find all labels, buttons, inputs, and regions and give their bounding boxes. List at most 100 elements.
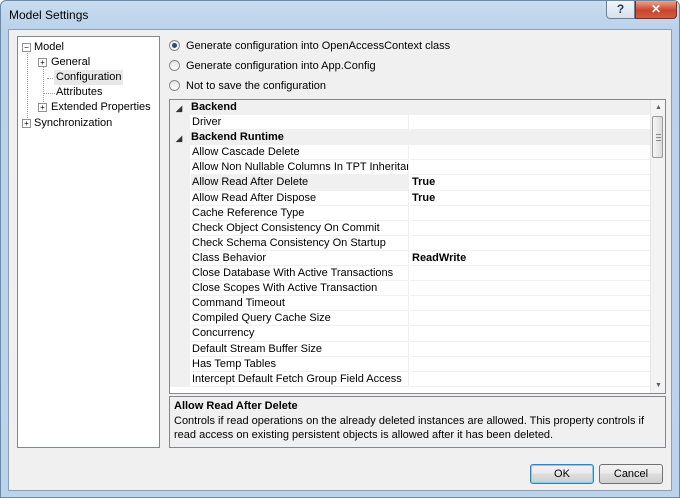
property-grid-rows: ◢ Backend Driver ◢ Backend Runtime Allow Casc… <box>170 100 650 387</box>
property-value[interactable] <box>410 311 650 327</box>
column-separator[interactable] <box>408 115 409 131</box>
grip-line <box>656 134 661 135</box>
property-grid[interactable]: ◢ Backend Driver ◢ Backend Runtime Allow Casc… <box>169 99 666 394</box>
column-separator[interactable] <box>408 145 409 161</box>
property-value[interactable] <box>410 160 650 176</box>
column-separator[interactable] <box>408 281 409 297</box>
radio-button[interactable] <box>169 59 180 71</box>
scroll-down-arrow-icon[interactable]: ▼ <box>651 378 665 393</box>
collapse-triangle-icon[interactable]: ◢ <box>176 131 182 146</box>
property-row[interactable]: Allow Non Nullable Columns In TPT Inheri… <box>170 160 650 176</box>
help-button[interactable]: ? <box>606 1 635 19</box>
column-separator[interactable] <box>408 296 409 312</box>
property-row[interactable]: Check Object Consistency On Commit <box>170 220 650 236</box>
property-value[interactable] <box>410 206 650 221</box>
property-description-panel: Allow Read After Delete Controls if read… <box>169 396 666 448</box>
expand-icon[interactable]: + <box>22 119 31 128</box>
close-button[interactable]: ✕ <box>635 1 677 19</box>
column-separator[interactable] <box>408 356 409 372</box>
column-separator[interactable] <box>408 250 409 267</box>
row-gutter <box>170 311 190 327</box>
property-row[interactable]: Default Stream Buffer Size <box>170 341 650 357</box>
column-separator[interactable] <box>408 205 409 221</box>
ok-button[interactable]: OK <box>530 464 594 484</box>
property-row[interactable]: Has Temp Tables <box>170 356 650 372</box>
model-settings-window: Model Settings ? ✕ − Model + General Con… <box>0 0 680 498</box>
property-value[interactable] <box>410 115 650 131</box>
tree-node-attributes[interactable]: Attributes <box>56 85 102 100</box>
property-row[interactable]: Allow Read After Delete True <box>170 175 650 191</box>
property-value[interactable] <box>410 342 650 357</box>
radio-not-save-configuration[interactable]: Not to save the configuration <box>169 78 326 94</box>
row-gutter <box>170 220 190 236</box>
settings-tree[interactable]: − Model + General Configuration Attribut… <box>17 36 160 448</box>
property-grid-scrollbar[interactable]: ▲ ▼ <box>650 100 665 393</box>
collapse-icon[interactable]: − <box>22 43 31 52</box>
radio-button[interactable] <box>169 79 180 91</box>
radio-generate-into-context[interactable]: Generate configuration into OpenAccessCo… <box>169 38 450 54</box>
property-value[interactable] <box>410 236 650 251</box>
column-separator[interactable] <box>408 341 409 357</box>
description-title: Allow Read After Delete <box>174 400 298 412</box>
property-value[interactable]: ReadWrite <box>410 251 650 267</box>
title-bar[interactable]: Model Settings ? ✕ <box>1 1 679 29</box>
expand-icon[interactable]: + <box>38 58 47 67</box>
expand-icon[interactable]: + <box>38 103 47 112</box>
property-value[interactable] <box>410 326 650 342</box>
tree-guide-line <box>43 93 55 94</box>
collapse-triangle-icon[interactable]: ◢ <box>176 101 182 116</box>
column-separator[interactable] <box>408 190 409 206</box>
property-value[interactable] <box>410 221 650 236</box>
property-row[interactable]: Close Scopes With Active Transaction <box>170 281 650 297</box>
row-gutter <box>170 145 190 161</box>
row-gutter <box>170 341 190 357</box>
property-row[interactable]: Intercept Default Fetch Group Field Acce… <box>170 371 650 387</box>
property-value[interactable] <box>410 357 650 372</box>
radio-generate-into-app-config[interactable]: Generate configuration into App.Config <box>169 58 376 74</box>
column-separator[interactable] <box>408 311 409 327</box>
property-name: Compiled Query Cache Size <box>191 311 408 327</box>
property-category-row[interactable]: ◢ Backend Runtime <box>170 130 650 146</box>
column-separator[interactable] <box>408 371 409 387</box>
property-value[interactable] <box>410 372 650 387</box>
property-row[interactable]: Allow Read After Dispose True <box>170 190 650 206</box>
column-separator[interactable] <box>408 175 409 191</box>
tree-node-configuration[interactable]: Configuration <box>54 70 124 85</box>
property-row[interactable]: Class Behavior ReadWrite <box>170 250 650 267</box>
cancel-button[interactable]: Cancel <box>599 464 663 484</box>
tree-node-label: General <box>51 56 91 68</box>
property-value[interactable] <box>410 281 650 297</box>
property-row[interactable]: Command Timeout <box>170 296 650 312</box>
radio-label: Generate configuration into App.Config <box>186 60 376 72</box>
property-name: Close Scopes With Active Transaction <box>191 281 408 297</box>
window-title: Model Settings <box>9 8 89 22</box>
scroll-up-arrow-icon[interactable]: ▲ <box>651 100 665 115</box>
property-value[interactable] <box>410 296 650 312</box>
property-row[interactable]: Allow Cascade Delete <box>170 145 650 161</box>
property-row[interactable]: Check Schema Consistency On Startup <box>170 235 650 251</box>
column-separator[interactable] <box>408 266 409 282</box>
scrollbar-thumb[interactable] <box>652 116 663 158</box>
property-row[interactable]: Concurrency <box>170 326 650 342</box>
property-value[interactable]: True <box>410 191 650 206</box>
property-name: Intercept Default Fetch Group Field Acce… <box>191 372 408 387</box>
row-gutter <box>170 160 190 176</box>
column-separator[interactable] <box>408 160 409 176</box>
row-gutter <box>170 205 190 221</box>
radio-button-checked[interactable] <box>169 39 180 51</box>
property-row[interactable]: Cache Reference Type <box>170 205 650 221</box>
property-category-row[interactable]: ◢ Backend <box>170 100 650 116</box>
property-value[interactable] <box>410 145 650 161</box>
property-value[interactable]: True <box>410 175 650 191</box>
column-separator[interactable] <box>408 220 409 236</box>
column-separator[interactable] <box>408 326 409 342</box>
property-row[interactable]: Driver <box>170 115 650 131</box>
row-gutter <box>170 175 190 191</box>
property-value[interactable] <box>410 266 650 282</box>
property-name: Close Database With Active Transactions <box>191 266 408 282</box>
property-name: Allow Read After Dispose <box>191 191 408 206</box>
row-gutter <box>170 266 190 282</box>
column-separator[interactable] <box>408 235 409 251</box>
property-row[interactable]: Close Database With Active Transactions <box>170 266 650 282</box>
property-row[interactable]: Compiled Query Cache Size <box>170 311 650 327</box>
